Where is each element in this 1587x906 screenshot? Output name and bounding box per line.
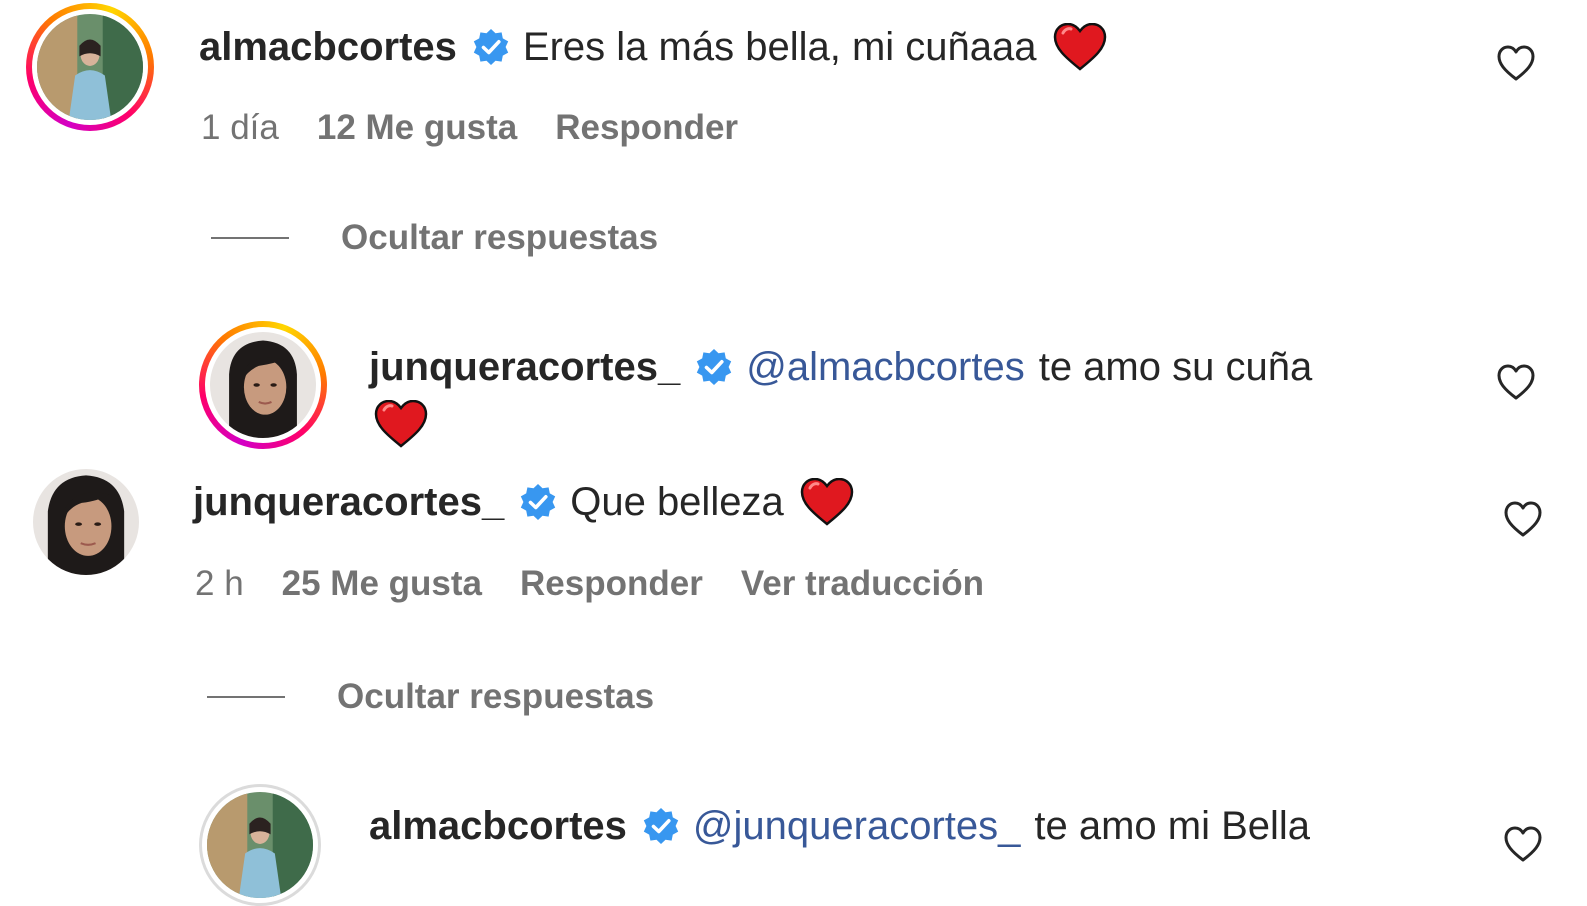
comment-text-line: almacbcortes Eres la más bella, mi cuñaa… <box>199 23 1107 71</box>
comment-text-line: junqueracortes_ Que belleza <box>193 478 854 526</box>
red-heart-emoji <box>800 478 854 526</box>
comment-timestamp: 1 día <box>201 108 279 147</box>
comment-meta: 2 h 25 Me gusta Responder Ver traducción <box>195 564 1022 604</box>
avatar[interactable] <box>199 784 321 906</box>
like-heart-icon[interactable] <box>1496 44 1536 82</box>
verified-badge-icon <box>471 27 511 67</box>
like-heart-icon[interactable] <box>1503 500 1543 538</box>
reply-text-line: almacbcortes @junqueracortes_ te amo mi … <box>369 802 1310 850</box>
comment-username[interactable]: almacbcortes <box>199 23 457 71</box>
reply-username[interactable]: junqueracortes_ <box>369 343 680 391</box>
avatar[interactable] <box>33 469 139 575</box>
hide-replies-label: Ocultar respuestas <box>337 677 655 716</box>
mention-link[interactable]: @almacbcortes <box>746 343 1024 391</box>
reply-body: te amo mi Bella <box>1034 804 1311 848</box>
mention-link[interactable]: @junqueracortes_ <box>693 802 1020 850</box>
comment-body: Que belleza <box>570 480 784 524</box>
verified-badge-icon <box>641 806 681 846</box>
comment-body: Eres la más bella, mi cuñaaa <box>522 25 1037 69</box>
reply-text-line: junqueracortes_ @almacbcortes te amo su … <box>369 343 1312 391</box>
reply-button[interactable]: Responder <box>520 564 703 604</box>
comment-meta: 1 día 12 Me gusta Responder <box>201 108 776 148</box>
divider-line <box>207 696 285 698</box>
hide-replies-button[interactable]: Ocultar respuestas <box>207 677 654 717</box>
avatar[interactable] <box>199 321 327 449</box>
verified-badge-icon <box>694 347 734 387</box>
red-heart-emoji <box>374 400 428 448</box>
likes-count-link[interactable]: 12 Me gusta <box>317 108 517 148</box>
avatar[interactable] <box>26 3 154 131</box>
hide-replies-label: Ocultar respuestas <box>341 218 659 257</box>
likes-count-link[interactable]: 25 Me gusta <box>282 564 482 604</box>
verified-badge-icon <box>518 482 558 522</box>
red-heart-emoji <box>1053 23 1107 71</box>
reply-button[interactable]: Responder <box>555 108 738 148</box>
divider-line <box>211 237 289 239</box>
comment-username[interactable]: junqueracortes_ <box>193 478 504 526</box>
hide-replies-button[interactable]: Ocultar respuestas <box>211 218 658 258</box>
reply-username[interactable]: almacbcortes <box>369 802 627 850</box>
comment-timestamp: 2 h <box>195 564 244 603</box>
reply-body: te amo su cuña <box>1038 345 1313 389</box>
see-translation-button[interactable]: Ver traducción <box>741 564 984 604</box>
like-heart-icon[interactable] <box>1503 825 1543 863</box>
like-heart-icon[interactable] <box>1496 363 1536 401</box>
